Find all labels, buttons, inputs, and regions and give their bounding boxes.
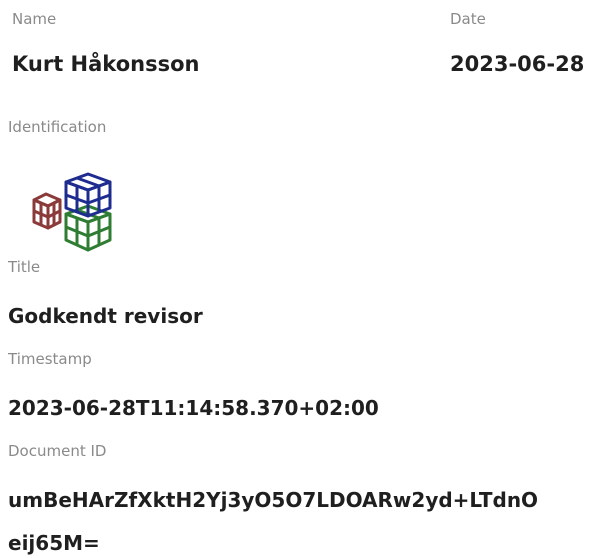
date-label: Date bbox=[450, 10, 486, 28]
timestamp-label: Timestamp bbox=[8, 350, 92, 368]
document-id-value-line1: umBeHArZfXktH2Yj3yO5O7LDOARw2yd+LTdnO bbox=[8, 488, 539, 512]
title-label: Title bbox=[8, 258, 41, 276]
name-value: Kurt Håkonsson bbox=[12, 52, 200, 76]
red-cube-icon bbox=[32, 192, 62, 230]
cubes-icon bbox=[32, 172, 112, 252]
document-id-label: Document ID bbox=[8, 442, 107, 460]
name-label: Name bbox=[12, 10, 57, 28]
date-value: 2023-06-28 bbox=[450, 52, 585, 76]
document-id-value-line2: eij65M= bbox=[8, 531, 100, 555]
identification-label: Identification bbox=[8, 118, 107, 136]
title-value: Godkendt revisor bbox=[8, 304, 203, 328]
timestamp-value: 2023-06-28T11:14:58.370+02:00 bbox=[8, 396, 379, 420]
blue-cube-icon bbox=[64, 172, 112, 218]
